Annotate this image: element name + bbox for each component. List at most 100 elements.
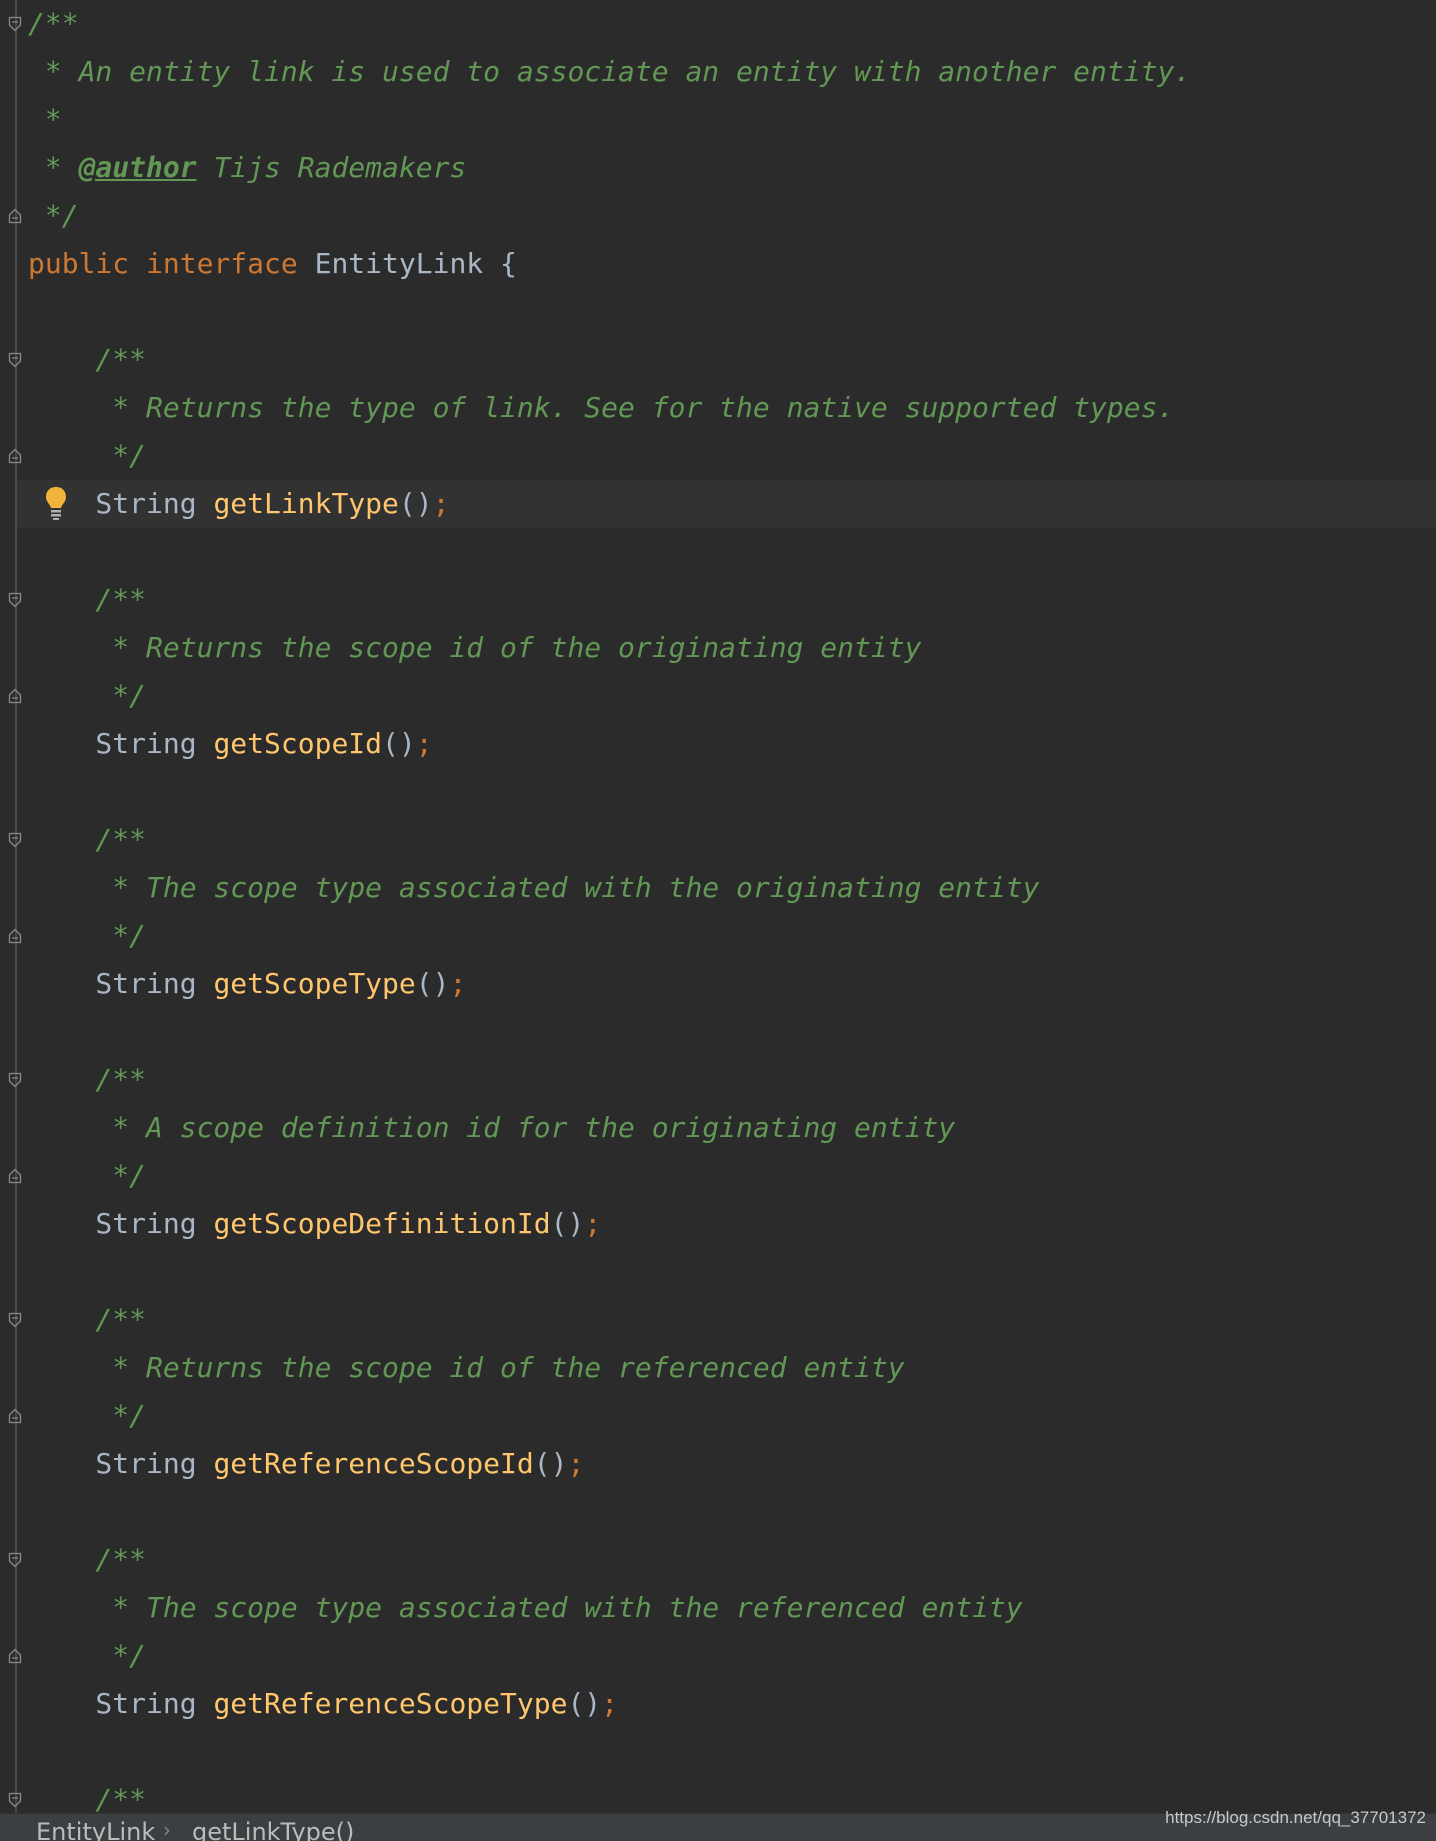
code-token: String	[28, 1207, 214, 1240]
fold-expanded-icon[interactable]	[8, 1792, 22, 1808]
fold-expanded-icon[interactable]	[8, 592, 22, 608]
fold-expanded-icon[interactable]	[8, 1312, 22, 1328]
fold-expanded-icon[interactable]	[8, 832, 22, 848]
code-line-text: /**	[28, 816, 146, 864]
code-line-text: String getScopeDefinitionId();	[28, 1200, 601, 1248]
code-token: /**	[28, 1783, 147, 1813]
code-token: /**	[28, 823, 147, 856]
code-token: */	[28, 919, 147, 952]
fold-end-icon[interactable]	[8, 1408, 22, 1424]
fold-end-icon[interactable]	[8, 1168, 22, 1184]
gutter-divider	[15, 0, 17, 1813]
code-token: ;	[601, 1687, 619, 1720]
code-token: * A scope definition id for the originat…	[28, 1111, 956, 1144]
fold-end-icon[interactable]	[8, 448, 22, 464]
code-line-text: /**	[28, 576, 146, 624]
code-token: String	[28, 727, 214, 760]
code-token: */	[28, 439, 147, 472]
code-token: @author	[78, 151, 197, 184]
code-line-text: */	[28, 432, 146, 480]
lightbulb-icon[interactable]	[43, 485, 69, 521]
code-line-text: */	[28, 1392, 146, 1440]
code-line-text: */	[28, 912, 146, 960]
code-token: ()	[533, 1447, 568, 1480]
code-token: * The scope type associated with the ref…	[28, 1591, 1023, 1624]
code-token: public	[28, 247, 147, 280]
code-token: ;	[567, 1447, 585, 1480]
code-token: getLinkType	[213, 487, 399, 520]
code-token: getScopeType	[213, 967, 416, 1000]
code-line-text: */	[28, 192, 79, 240]
breadcrumb-separator: ›	[163, 1818, 171, 1841]
fold-end-icon[interactable]	[8, 928, 22, 944]
code-line-text: /**	[28, 1536, 146, 1584]
code-token: String	[28, 1447, 214, 1480]
fold-expanded-icon[interactable]	[8, 16, 22, 32]
code-token: */	[28, 1159, 147, 1192]
code-token: ()	[550, 1207, 585, 1240]
code-line-text: * The scope type associated with the ref…	[28, 1584, 1023, 1632]
code-line-text: * An entity link is used to associate an…	[28, 48, 1191, 96]
code-line-text: * Returns the type of link. See for the …	[28, 384, 1174, 432]
breadcrumb-item-method[interactable]: getLinkType()	[192, 1818, 354, 1841]
code-token: EntityLink {	[314, 247, 517, 280]
code-token: interface	[146, 247, 315, 280]
code-token: String	[28, 967, 214, 1000]
code-token: */	[28, 1639, 147, 1672]
fold-expanded-icon[interactable]	[8, 352, 22, 368]
code-token: /**	[28, 583, 147, 616]
code-line-text: /**	[28, 336, 146, 384]
code-token: */	[28, 1399, 147, 1432]
code-token: *	[28, 103, 62, 136]
code-line-text: String getLinkType();	[28, 480, 449, 528]
code-line-text: * A scope definition id for the originat…	[28, 1104, 955, 1152]
code-line-text: * @author Tijs Rademakers	[28, 144, 466, 192]
code-token: * Returns the scope id of the referenced…	[28, 1351, 905, 1384]
code-token: * Returns the type of link. See for the …	[28, 391, 1175, 424]
fold-expanded-icon[interactable]	[8, 1072, 22, 1088]
code-line-text: /**	[28, 0, 79, 48]
code-line-text: */	[28, 1632, 146, 1680]
breadcrumb-item-class[interactable]: EntityLink	[36, 1818, 155, 1841]
code-token: /**	[28, 1063, 147, 1096]
code-token: ;	[584, 1207, 602, 1240]
code-token: */	[28, 199, 79, 232]
code-token: * An entity link is used to associate an…	[28, 55, 1192, 88]
code-line-text: String getReferenceScopeId();	[28, 1440, 584, 1488]
code-token: */	[28, 679, 147, 712]
code-line-text: /**	[28, 1296, 146, 1344]
fold-end-icon[interactable]	[8, 688, 22, 704]
code-token: /**	[28, 1543, 147, 1576]
code-token: /**	[28, 7, 79, 40]
code-line-text: String getScopeType();	[28, 960, 466, 1008]
code-token: * The scope type associated with the ori…	[28, 871, 1040, 904]
code-editor[interactable]: /** * An entity link is used to associat…	[0, 0, 1436, 1813]
watermark-url: https://blog.csdn.net/qq_37701372	[1165, 1808, 1426, 1827]
code-token: /**	[28, 1303, 147, 1336]
code-token: ()	[567, 1687, 602, 1720]
fold-expanded-icon[interactable]	[8, 1552, 22, 1568]
code-token: getScopeDefinitionId	[213, 1207, 551, 1240]
code-line-text: /**	[28, 1056, 146, 1104]
code-line-text: String getScopeId();	[28, 720, 433, 768]
code-token: *	[28, 151, 79, 184]
code-token: * Returns the scope id of the originatin…	[28, 631, 922, 664]
code-line-text: String getReferenceScopeType();	[28, 1680, 618, 1728]
code-token: ;	[449, 967, 467, 1000]
code-token: ()	[415, 967, 450, 1000]
code-token: ;	[432, 487, 450, 520]
code-line-text: public interface EntityLink {	[28, 240, 517, 288]
code-token: String	[28, 1687, 214, 1720]
fold-end-icon[interactable]	[8, 1648, 22, 1664]
code-token: ;	[415, 727, 433, 760]
code-token: ()	[382, 727, 416, 760]
code-line-text: * The scope type associated with the ori…	[28, 864, 1039, 912]
code-line-text: * Returns the scope id of the referenced…	[28, 1344, 905, 1392]
code-line-text: *	[28, 96, 62, 144]
fold-end-icon[interactable]	[8, 208, 22, 224]
code-token: ()	[398, 487, 433, 520]
code-line-text: */	[28, 672, 146, 720]
code-token: /**	[28, 343, 147, 376]
code-token: getScopeId	[213, 727, 383, 760]
code-token: getReferenceScopeId	[213, 1447, 534, 1480]
